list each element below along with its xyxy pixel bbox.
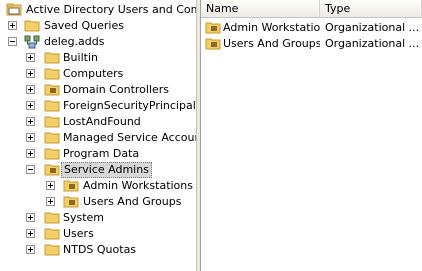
ou-folder-icon bbox=[205, 38, 221, 50]
tree-item-users-and-groups[interactable]: Users And Groups bbox=[0, 194, 196, 210]
tree-item-label[interactable]: System bbox=[61, 210, 106, 226]
tree-item-label[interactable]: Admin Workstations bbox=[81, 178, 195, 194]
expand-icon[interactable] bbox=[46, 181, 55, 190]
collapse-icon[interactable] bbox=[26, 165, 35, 174]
list-item[interactable]: Users And Groups Organizational ... bbox=[201, 36, 422, 52]
list-item-name: Admin Workstations bbox=[223, 21, 320, 34]
tree-item-system[interactable]: System bbox=[0, 210, 196, 226]
tree-item-label[interactable]: Builtin bbox=[61, 50, 100, 66]
expand-icon[interactable] bbox=[26, 53, 35, 62]
column-header-type[interactable]: Type bbox=[320, 0, 422, 18]
ou-folder-icon bbox=[63, 196, 79, 208]
expand-icon[interactable] bbox=[26, 149, 35, 158]
tree-item-lost-and-found[interactable]: LostAndFound bbox=[0, 114, 196, 130]
expand-icon[interactable] bbox=[8, 21, 17, 30]
folder-icon bbox=[44, 148, 60, 160]
domain-icon bbox=[24, 35, 40, 49]
list-item-type: Organizational ... bbox=[325, 21, 420, 34]
tree-item-saved-queries[interactable]: Saved Queries bbox=[0, 18, 196, 34]
tree-item-label[interactable]: Domain Controllers bbox=[61, 82, 171, 98]
expand-icon[interactable] bbox=[26, 245, 35, 254]
tree-item-label[interactable]: Users bbox=[61, 226, 96, 242]
tree-root-label[interactable]: Active Directory Users and Comput bbox=[24, 2, 196, 18]
list-item-type: Organizational ... bbox=[325, 37, 420, 50]
tree-item-domain[interactable]: deleg.adds bbox=[0, 34, 196, 50]
tree-item-computers[interactable]: Computers bbox=[0, 66, 196, 82]
tree-item-label-selected[interactable]: Service Admins bbox=[61, 162, 152, 178]
ad-console-icon bbox=[6, 3, 22, 16]
tree-item-domain-controllers[interactable]: Domain Controllers bbox=[0, 82, 196, 98]
tree-item-label[interactable]: Saved Queries bbox=[42, 18, 126, 34]
tree-item-label[interactable]: LostAndFound bbox=[61, 114, 143, 130]
tree-item-label[interactable]: NTDS Quotas bbox=[61, 242, 138, 258]
ou-folder-icon bbox=[44, 84, 60, 96]
tree-item-foreign-security-principals[interactable]: ForeignSecurityPrincipals bbox=[0, 98, 196, 114]
folder-icon bbox=[44, 244, 60, 256]
tree-item-label[interactable]: Program Data bbox=[61, 146, 141, 162]
expand-icon[interactable] bbox=[26, 85, 35, 94]
tree-item-label[interactable]: Managed Service Accounts bbox=[61, 130, 196, 146]
expand-icon[interactable] bbox=[26, 101, 35, 110]
tree-item-users[interactable]: Users bbox=[0, 226, 196, 242]
tree-item-program-data[interactable]: Program Data bbox=[0, 146, 196, 162]
folder-icon bbox=[44, 212, 60, 224]
ou-folder-icon bbox=[44, 164, 60, 176]
tree-item-managed-service-accounts[interactable]: Managed Service Accounts bbox=[0, 130, 196, 146]
expand-icon[interactable] bbox=[26, 117, 35, 126]
expand-icon[interactable] bbox=[26, 229, 35, 238]
details-list[interactable]: Name Type Admin Workstations Organizatio… bbox=[201, 0, 422, 271]
tree-item-label[interactable]: Users And Groups bbox=[81, 194, 184, 210]
tree-item-service-admins[interactable]: Service Admins bbox=[0, 162, 196, 178]
folder-icon bbox=[24, 20, 40, 32]
folder-icon bbox=[44, 116, 60, 128]
tree-item-label[interactable]: ForeignSecurityPrincipals bbox=[61, 98, 196, 114]
tree-item-label[interactable]: Computers bbox=[61, 66, 125, 82]
expand-icon[interactable] bbox=[46, 197, 55, 206]
expand-icon[interactable] bbox=[26, 69, 35, 78]
folder-icon bbox=[44, 100, 60, 112]
tree-root[interactable]: Active Directory Users and Comput bbox=[0, 2, 196, 18]
tree-item-admin-workstations[interactable]: Admin Workstations bbox=[0, 178, 196, 194]
folder-icon bbox=[44, 132, 60, 144]
tree-item-builtin[interactable]: Builtin bbox=[0, 50, 196, 66]
ou-folder-icon bbox=[205, 22, 221, 34]
folder-icon bbox=[44, 228, 60, 240]
list-item-name: Users And Groups bbox=[223, 37, 320, 50]
expand-icon[interactable] bbox=[26, 133, 35, 142]
tree-item-ntds-quotas[interactable]: NTDS Quotas bbox=[0, 242, 196, 258]
collapse-icon[interactable] bbox=[8, 37, 17, 46]
ou-folder-icon bbox=[63, 180, 79, 192]
tree-item-label[interactable]: deleg.adds bbox=[42, 34, 107, 50]
console-tree[interactable]: Active Directory Users and Comput Saved … bbox=[0, 0, 196, 271]
folder-icon bbox=[44, 52, 60, 64]
expand-icon[interactable] bbox=[26, 213, 35, 222]
list-item[interactable]: Admin Workstations Organizational ... bbox=[201, 20, 422, 36]
folder-icon bbox=[44, 68, 60, 80]
column-header-name[interactable]: Name bbox=[201, 0, 320, 18]
